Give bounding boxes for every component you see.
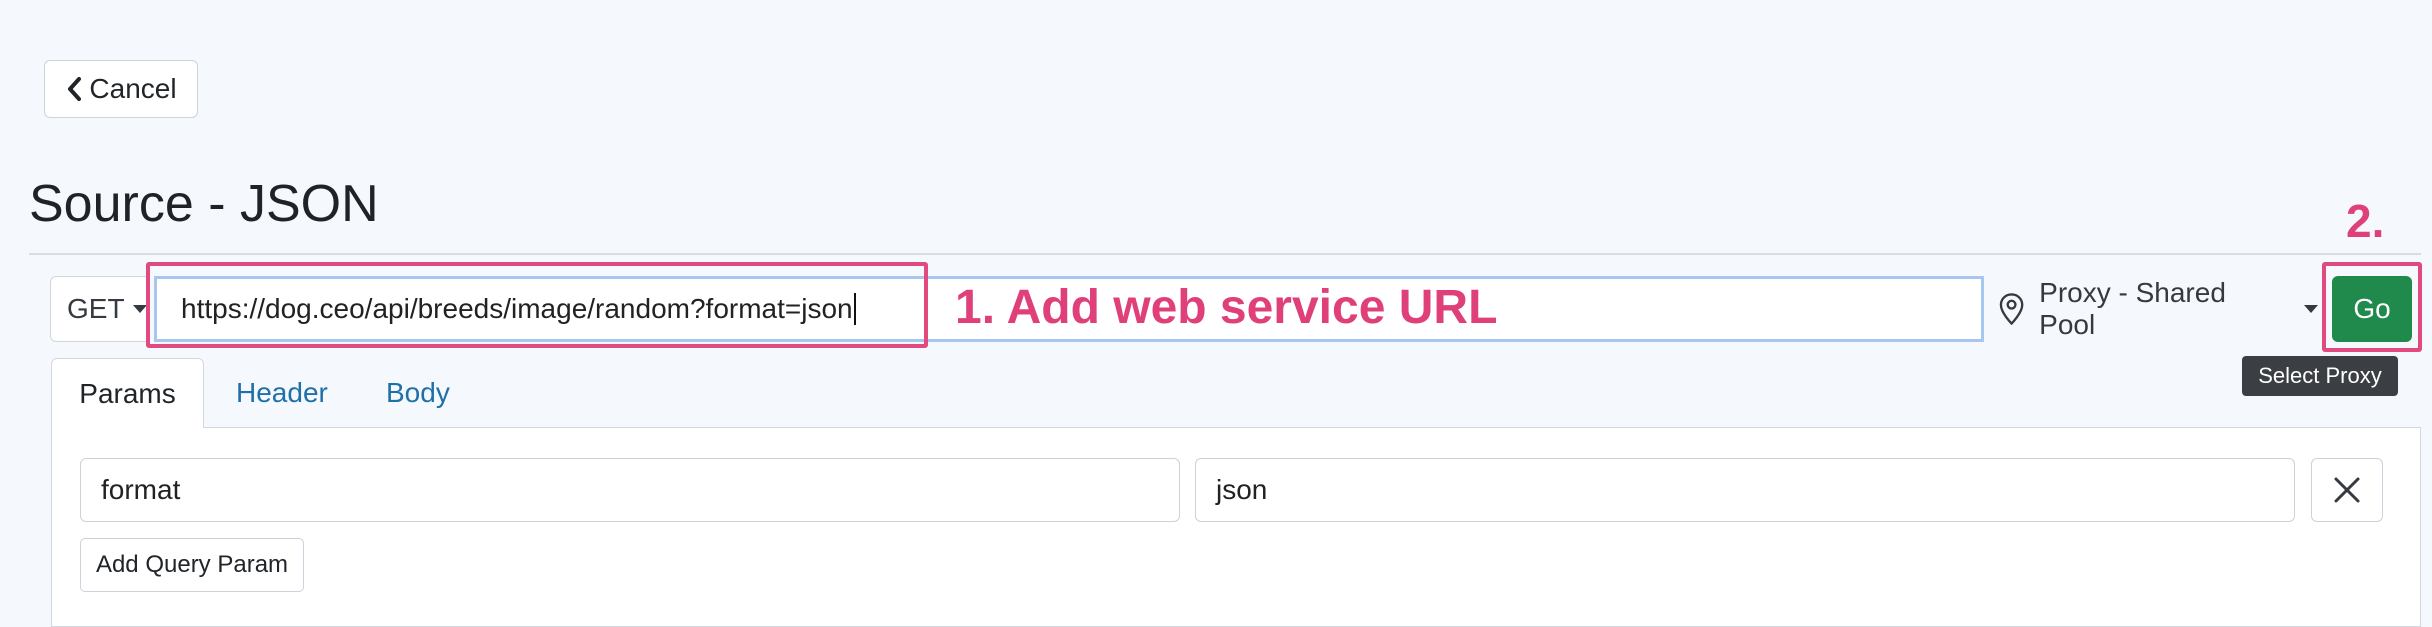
remove-param-button[interactable]	[2311, 458, 2383, 522]
params-panel	[51, 427, 2421, 627]
cancel-button[interactable]: Cancel	[44, 60, 198, 118]
add-query-param-button[interactable]: Add Query Param	[80, 538, 304, 592]
chevron-left-icon	[68, 77, 82, 101]
param-key-value: format	[101, 474, 181, 505]
caret-down-icon	[132, 305, 147, 313]
annotation-url-highlight	[146, 262, 928, 348]
tab-header[interactable]: Header	[236, 358, 328, 428]
annotation-step2: 2.	[2346, 195, 2385, 247]
title-divider	[29, 253, 2421, 255]
page-title: Source - JSON	[29, 175, 379, 233]
map-pin-icon	[1999, 293, 2024, 326]
method-dropdown[interactable]: GET	[50, 276, 150, 342]
caret-down-icon	[2304, 305, 2318, 313]
add-query-param-label: Add Query Param	[95, 551, 289, 578]
param-key-input[interactable]: format	[80, 458, 1180, 522]
tab-header-label: Header	[236, 377, 328, 408]
tab-body-label: Body	[386, 377, 450, 408]
tab-params-label: Params	[79, 377, 176, 409]
annotation-go-highlight	[2322, 262, 2422, 352]
param-value-input[interactable]: json	[1195, 458, 2295, 522]
proxy-label: Proxy - Shared Pool	[2039, 277, 2226, 340]
tab-params[interactable]: Params	[51, 358, 204, 428]
method-label: GET	[67, 293, 125, 324]
proxy-dropdown[interactable]: Proxy - Shared Pool	[1988, 276, 2318, 342]
annotation-step1: 1. Add web service URL	[955, 281, 1498, 334]
select-proxy-tooltip: Select Proxy	[2242, 356, 2398, 396]
close-icon	[2334, 477, 2360, 503]
param-value-value: json	[1216, 474, 1268, 505]
cancel-label: Cancel	[89, 73, 177, 104]
tab-body[interactable]: Body	[386, 358, 450, 428]
